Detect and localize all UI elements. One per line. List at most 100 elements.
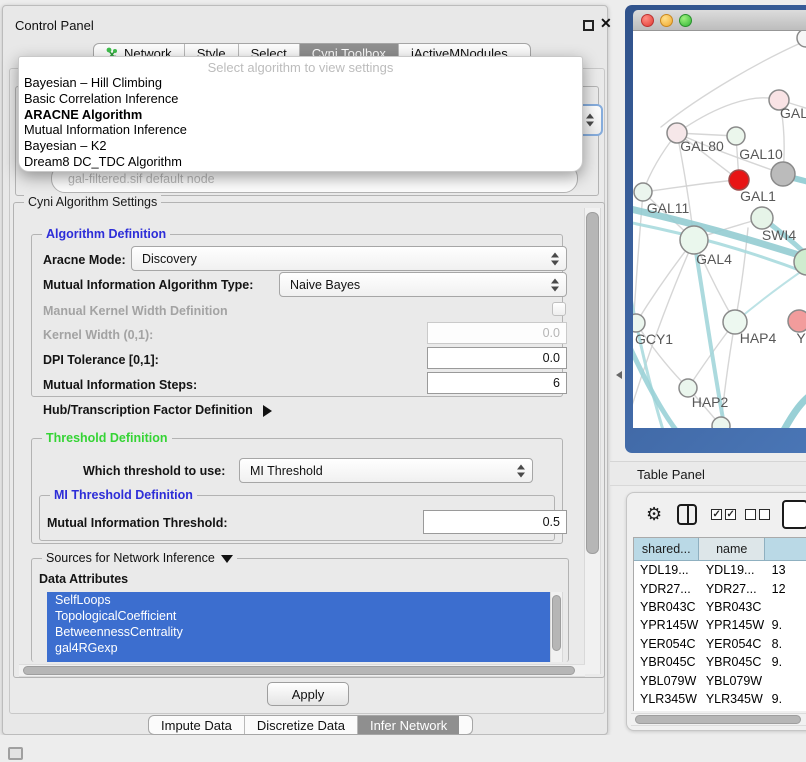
column-header[interactable]: [765, 538, 806, 561]
panel-resize-arrow-icon[interactable]: [616, 371, 622, 379]
table-cell[interactable]: YBR045C: [634, 655, 700, 669]
close-traffic-light[interactable]: [641, 14, 654, 27]
column-header[interactable]: shared...: [634, 538, 699, 561]
hub-definition-toggle[interactable]: Hub/Transcription Factor Definition: [43, 403, 272, 417]
table-row[interactable]: YBL079WYBL079W: [634, 671, 806, 689]
table-cell[interactable]: YPR145W: [700, 618, 766, 632]
network-node[interactable]: [712, 417, 730, 428]
settings-horizontal-scrollbar[interactable]: [19, 664, 585, 677]
float-window-icon[interactable]: [583, 20, 594, 31]
network-node[interactable]: [634, 183, 652, 201]
table-cell[interactable]: YDL19...: [634, 563, 700, 577]
mi-steps-field[interactable]: [427, 372, 567, 394]
network-node[interactable]: [771, 162, 795, 186]
table-row[interactable]: YLR345WYLR345W9.: [634, 690, 806, 708]
data-attribute-item[interactable]: gal4RGexp: [47, 640, 550, 656]
which-threshold-combo[interactable]: MI Threshold: [239, 458, 533, 483]
algorithm-option[interactable]: ARACNE Algorithm: [19, 107, 582, 123]
stepper-arrows-icon: [586, 114, 593, 127]
network-node[interactable]: [680, 226, 708, 254]
table-row[interactable]: YER054CYER054C8.: [634, 635, 806, 653]
tab-infer-network[interactable]: Infer Network: [358, 716, 459, 734]
manual-kernel-checkbox[interactable]: [552, 302, 566, 316]
kernel-width-field[interactable]: [427, 322, 567, 344]
new-table-icon[interactable]: [782, 500, 806, 529]
apply-button[interactable]: Apply: [267, 682, 349, 706]
column-header[interactable]: name: [699, 538, 764, 561]
table-cell[interactable]: YDL19...: [700, 563, 766, 577]
aracne-mode-combo[interactable]: Discovery: [131, 246, 567, 271]
mi-algorithm-type-combo[interactable]: Naive Bayes: [279, 272, 567, 297]
select-all-icon[interactable]: ✓✓: [711, 509, 736, 520]
network-node[interactable]: [729, 170, 749, 190]
algorithm-option[interactable]: Dream8 DC_TDC Algorithm: [19, 154, 582, 170]
table-cell[interactable]: YBR043C: [700, 600, 766, 614]
tab-impute-data[interactable]: Impute Data: [149, 716, 245, 734]
attributes-list-scrollbar[interactable]: [550, 592, 563, 662]
algorithm-option[interactable]: Bayesian – Hill Climbing: [19, 75, 582, 91]
table-cell[interactable]: YDR27...: [700, 582, 766, 596]
close-icon[interactable]: ✕: [600, 15, 612, 32]
table-cell[interactable]: YIL052C: [700, 710, 766, 711]
table-row[interactable]: YBR043CYBR043C: [634, 598, 806, 616]
network-edge[interactable]: [784, 394, 806, 428]
table-cell[interactable]: YPR145W: [634, 618, 700, 632]
data-attributes-list[interactable]: SelfLoopsTopologicalCoefficientBetweenne…: [47, 592, 550, 662]
mi-threshold-label: Mutual Information Threshold:: [47, 516, 228, 530]
table-cell[interactable]: 9.: [766, 618, 806, 632]
table-row[interactable]: YBR045CYBR045C9.: [634, 653, 806, 671]
which-threshold-label: Which threshold to use:: [83, 464, 225, 478]
table-row[interactable]: YPR145WYPR145W9.: [634, 616, 806, 634]
network-window-titlebar[interactable]: [633, 10, 806, 31]
table-cell[interactable]: YER054C: [634, 637, 700, 651]
network-node[interactable]: [727, 127, 745, 145]
scrollbar-thumb[interactable]: [586, 212, 599, 554]
table-cell[interactable]: 9.: [766, 692, 806, 706]
table-cell[interactable]: YBL079W: [700, 674, 766, 688]
data-attribute-item[interactable]: SelfLoops: [47, 592, 550, 608]
settings-vertical-scrollbar[interactable]: [584, 208, 601, 674]
table-cell[interactable]: 0.: [766, 710, 806, 711]
table-cell[interactable]: YBL079W: [634, 674, 700, 688]
table-cell[interactable]: 9.: [766, 655, 806, 669]
tab-discretize-data[interactable]: Discretize Data: [245, 716, 358, 734]
table-cell[interactable]: 8.: [766, 637, 806, 651]
data-attribute-item[interactable]: BetweennessCentrality: [47, 624, 550, 640]
table-row[interactable]: YIL052CYIL052C0.: [634, 708, 806, 711]
table-cell[interactable]: YLR345W: [700, 692, 766, 706]
algorithm-option[interactable]: Mutual Information Inference: [19, 122, 582, 138]
table-cell[interactable]: YBR045C: [700, 655, 766, 669]
data-attribute-item[interactable]: TopologicalCoefficient: [47, 608, 550, 624]
table-cell[interactable]: YIL052C: [634, 710, 700, 711]
table-row[interactable]: YDL19...YDL19...13: [634, 561, 806, 579]
network-view[interactable]: GALGAL80GAL10GAL11GAL1SWI4GAL4GCY1HAP4YH…: [633, 31, 806, 428]
network-edge[interactable]: [643, 180, 739, 192]
algorithm-option[interactable]: Bayesian – K2: [19, 138, 582, 154]
mi-threshold-field[interactable]: [423, 510, 567, 534]
network-node[interactable]: [788, 310, 806, 332]
collapsed-panel-icon[interactable]: [8, 747, 23, 760]
network-node[interactable]: [751, 207, 773, 229]
zoom-traffic-light[interactable]: [679, 14, 692, 27]
table-cell[interactable]: YDR27...: [634, 582, 700, 596]
dpi-tolerance-field[interactable]: [427, 347, 567, 369]
network-node[interactable]: [633, 314, 645, 332]
deselect-all-icon[interactable]: [745, 509, 770, 520]
scrollbar-thumb[interactable]: [635, 715, 801, 724]
expanded-arrow-icon: [221, 555, 233, 563]
table-cell[interactable]: 13: [766, 563, 806, 577]
network-graph[interactable]: GALGAL80GAL10GAL11GAL1SWI4GAL4GCY1HAP4YH…: [633, 31, 806, 428]
minimize-traffic-light[interactable]: [660, 14, 673, 27]
table-horizontal-scrollbar[interactable]: [631, 713, 806, 726]
gear-icon[interactable]: ⚙: [646, 504, 662, 525]
table-cell[interactable]: 12: [766, 582, 806, 596]
table-cell[interactable]: YLR345W: [634, 692, 700, 706]
algorithm-option[interactable]: Basic Correlation Inference: [19, 91, 582, 107]
table-cell[interactable]: YER054C: [700, 637, 766, 651]
split-columns-icon[interactable]: [677, 504, 697, 525]
scrollbar-thumb[interactable]: [552, 595, 561, 651]
sources-toggle[interactable]: Sources for Network Inference: [42, 551, 237, 565]
scrollbar-thumb[interactable]: [23, 666, 575, 675]
table-cell[interactable]: YBR043C: [634, 600, 700, 614]
table-row[interactable]: YDR27...YDR27...12: [634, 579, 806, 597]
